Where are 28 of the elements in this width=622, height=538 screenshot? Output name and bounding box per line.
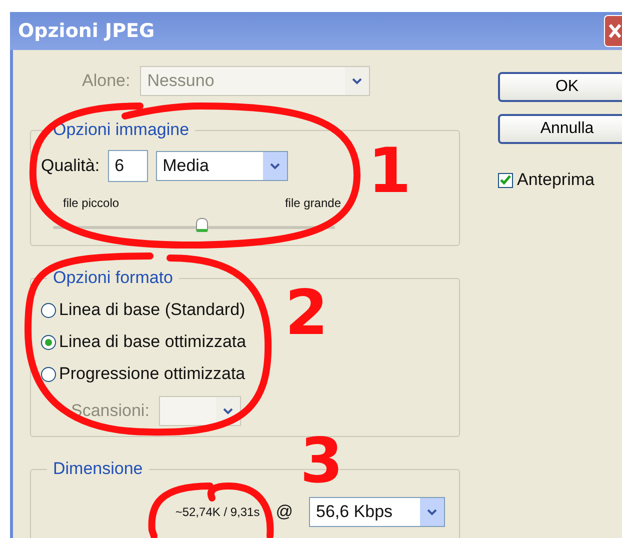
radio-option[interactable]: Progressione ottimizzata	[41, 358, 246, 390]
close-icon	[608, 23, 622, 39]
ok-button[interactable]: OK	[498, 72, 622, 102]
size-estimate: ~52,74K / 9,31s	[175, 505, 260, 519]
group-title: Opzioni formato	[52, 268, 174, 288]
matte-label: Alone:	[82, 71, 130, 91]
annotation-number: 3	[300, 430, 344, 492]
scans-label: Scansioni:	[71, 401, 150, 421]
speed-dropdown[interactable]: 56,6 Kbps	[309, 497, 445, 527]
radio-option[interactable]: Linea di base (Standard)	[41, 294, 246, 326]
annotation-number: 2	[285, 282, 328, 344]
quality-label: Qualità:	[41, 156, 100, 176]
slider-thumb[interactable]	[196, 218, 208, 232]
at-sign: @	[276, 502, 293, 522]
cancel-button[interactable]: Annulla	[498, 114, 622, 144]
slider-max-label: file grande	[284, 196, 341, 210]
checkbox[interactable]	[498, 172, 513, 188]
scans-dropdown[interactable]	[159, 396, 242, 426]
slider-min-label: file piccolo	[63, 196, 120, 210]
group-title: Dimensione	[52, 459, 144, 479]
check-icon	[500, 175, 511, 185]
quality-dropdown[interactable]: Media	[156, 151, 288, 181]
annotation-number: 1	[368, 140, 412, 202]
close-button[interactable]	[604, 15, 622, 47]
window-title: Opzioni JPEG	[18, 20, 155, 42]
quality-field[interactable]: 6	[108, 150, 148, 182]
preview-label: Anteprima	[517, 170, 594, 190]
radio-option[interactable]: Linea di base ottimizzata	[41, 326, 246, 358]
